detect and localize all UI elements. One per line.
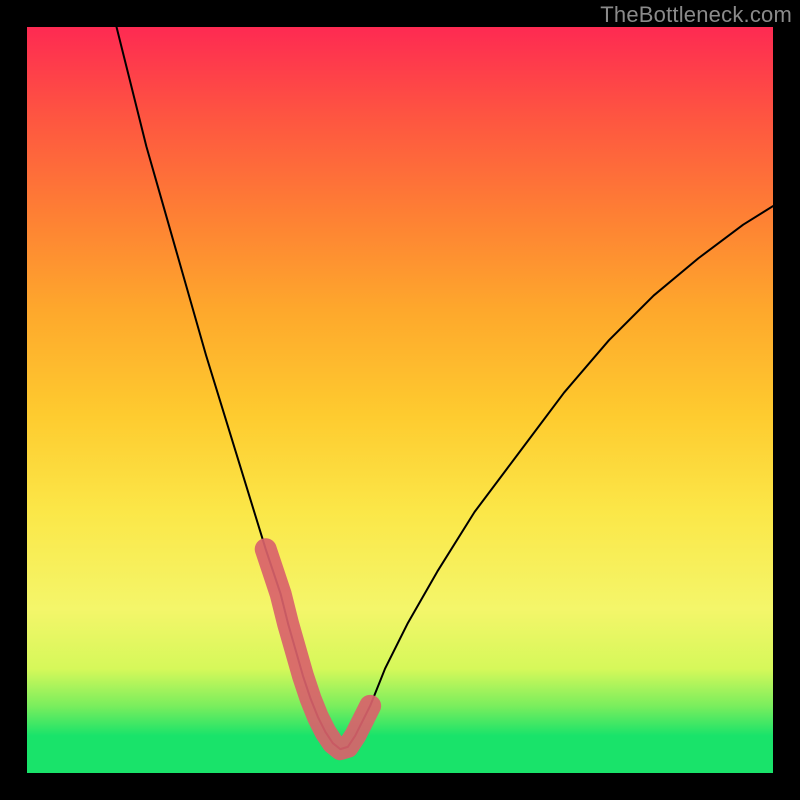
chart-svg <box>27 27 773 773</box>
plot-area <box>27 27 773 773</box>
watermark-text: TheBottleneck.com <box>600 2 792 28</box>
outer-frame: TheBottleneck.com <box>0 0 800 800</box>
